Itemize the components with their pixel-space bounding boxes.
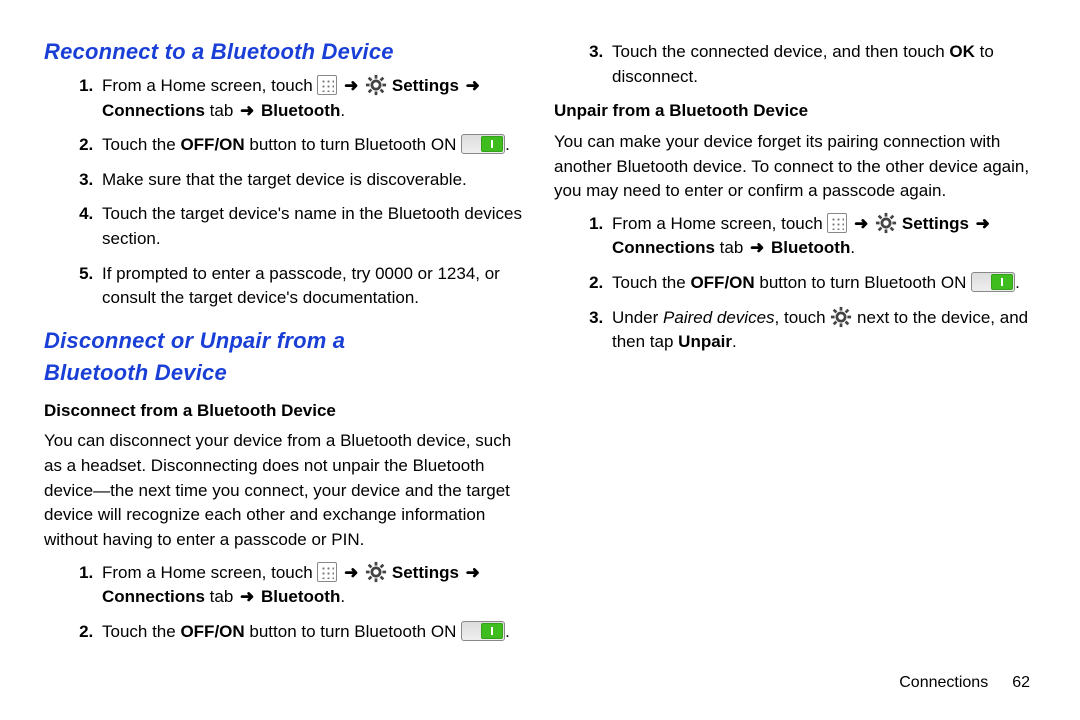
connections-label: Connections — [102, 101, 205, 120]
list-item: Touch the OFF/ON button to turn Bluetoot… — [98, 133, 530, 158]
arrow-icon: ➜ — [852, 212, 870, 237]
text: Under — [612, 308, 663, 327]
text: From a Home screen, touch — [102, 76, 317, 95]
text: . — [850, 238, 855, 257]
text: Touch the — [102, 135, 180, 154]
manual-page: Reconnect to a Bluetooth Device From a H… — [0, 0, 1080, 720]
page-footer: Connections 62 — [899, 674, 1030, 692]
settings-label: Settings — [387, 76, 464, 95]
text: button to turn Bluetooth ON — [755, 273, 971, 292]
subhead-disconnect: Disconnect from a Bluetooth Device — [44, 399, 530, 424]
text: . — [505, 135, 510, 154]
heading-line2: Bluetooth Device — [44, 360, 227, 385]
list-item: Make sure that the target device is disc… — [98, 168, 530, 193]
settings-label: Settings — [387, 563, 464, 582]
offon-label: OFF/ON — [690, 273, 754, 292]
gear-icon — [875, 212, 897, 234]
gear-icon — [365, 561, 387, 583]
settings-label: Settings — [897, 214, 974, 233]
steps-reconnect: From a Home screen, touch ➜ Settings ➜ C… — [44, 74, 530, 311]
unpair-label: Unpair — [678, 332, 732, 351]
steps-disconnect-cont: Touch the connected device, and then tou… — [554, 40, 1040, 89]
list-item: If prompted to enter a passcode, try 000… — [98, 262, 530, 311]
text: button to turn Bluetooth ON — [245, 622, 461, 641]
text: tab — [715, 238, 748, 257]
toggle-on-icon — [461, 134, 505, 154]
arrow-icon: ➜ — [238, 99, 256, 124]
list-item: Touch the OFF/ON button to turn Bluetoot… — [98, 620, 530, 645]
text: From a Home screen, touch — [612, 214, 827, 233]
arrow-icon: ➜ — [974, 212, 992, 237]
heading-disconnect-unpair: Disconnect or Unpair from a Bluetooth De… — [44, 325, 530, 389]
text: From a Home screen, touch — [102, 563, 317, 582]
text: . — [732, 332, 737, 351]
list-item: From a Home screen, touch ➜ Settings ➜ C… — [98, 561, 530, 610]
text: . — [340, 101, 345, 120]
text: Touch the — [612, 273, 690, 292]
text: Touch the connected device, and then tou… — [612, 42, 949, 61]
text: . — [1015, 273, 1020, 292]
footer-page-number: 62 — [1012, 674, 1030, 691]
text: tab — [205, 587, 238, 606]
toggle-on-icon — [461, 621, 505, 641]
apps-icon — [827, 213, 847, 233]
list-item: Touch the OFF/ON button to turn Bluetoot… — [608, 271, 1040, 296]
gear-icon — [365, 74, 387, 96]
heading-line1: Disconnect or Unpair from a — [44, 328, 345, 353]
list-item: Touch the connected device, and then tou… — [608, 40, 1040, 89]
apps-icon — [317, 562, 337, 582]
para-unpair: You can make your device forget its pair… — [554, 130, 1040, 204]
arrow-icon: ➜ — [748, 236, 766, 261]
apps-icon — [317, 75, 337, 95]
paired-devices-label: Paired devices — [663, 308, 775, 327]
arrow-icon: ➜ — [342, 561, 360, 586]
text: Touch the — [102, 622, 180, 641]
text: , touch — [775, 308, 831, 327]
gear-icon — [830, 306, 852, 328]
list-item: From a Home screen, touch ➜ Settings ➜ C… — [98, 74, 530, 123]
text: button to turn Bluetooth ON — [245, 135, 461, 154]
heading-reconnect: Reconnect to a Bluetooth Device — [44, 36, 530, 68]
connections-label: Connections — [612, 238, 715, 257]
arrow-icon: ➜ — [342, 74, 360, 99]
bluetooth-label: Bluetooth — [766, 238, 850, 257]
bluetooth-label: Bluetooth — [256, 587, 340, 606]
offon-label: OFF/ON — [180, 622, 244, 641]
connections-label: Connections — [102, 587, 205, 606]
subhead-unpair: Unpair from a Bluetooth Device — [554, 99, 1040, 124]
right-column: Touch the connected device, and then tou… — [554, 36, 1040, 720]
para-disconnect: You can disconnect your device from a Bl… — [44, 429, 530, 552]
toggle-on-icon — [971, 272, 1015, 292]
list-item: From a Home screen, touch ➜ Settings ➜ C… — [608, 212, 1040, 261]
arrow-icon: ➜ — [464, 561, 482, 586]
steps-unpair: From a Home screen, touch ➜ Settings ➜ C… — [554, 212, 1040, 355]
list-item: Touch the target device's name in the Bl… — [98, 202, 530, 251]
list-item: Under Paired devices, touch next to the … — [608, 306, 1040, 355]
footer-section: Connections — [899, 674, 988, 691]
text: . — [340, 587, 345, 606]
bluetooth-label: Bluetooth — [256, 101, 340, 120]
text: tab — [205, 101, 238, 120]
offon-label: OFF/ON — [180, 135, 244, 154]
ok-label: OK — [949, 42, 975, 61]
left-column: Reconnect to a Bluetooth Device From a H… — [44, 36, 530, 720]
steps-disconnect: From a Home screen, touch ➜ Settings ➜ C… — [44, 561, 530, 645]
arrow-icon: ➜ — [238, 585, 256, 610]
text: . — [505, 622, 510, 641]
arrow-icon: ➜ — [464, 74, 482, 99]
